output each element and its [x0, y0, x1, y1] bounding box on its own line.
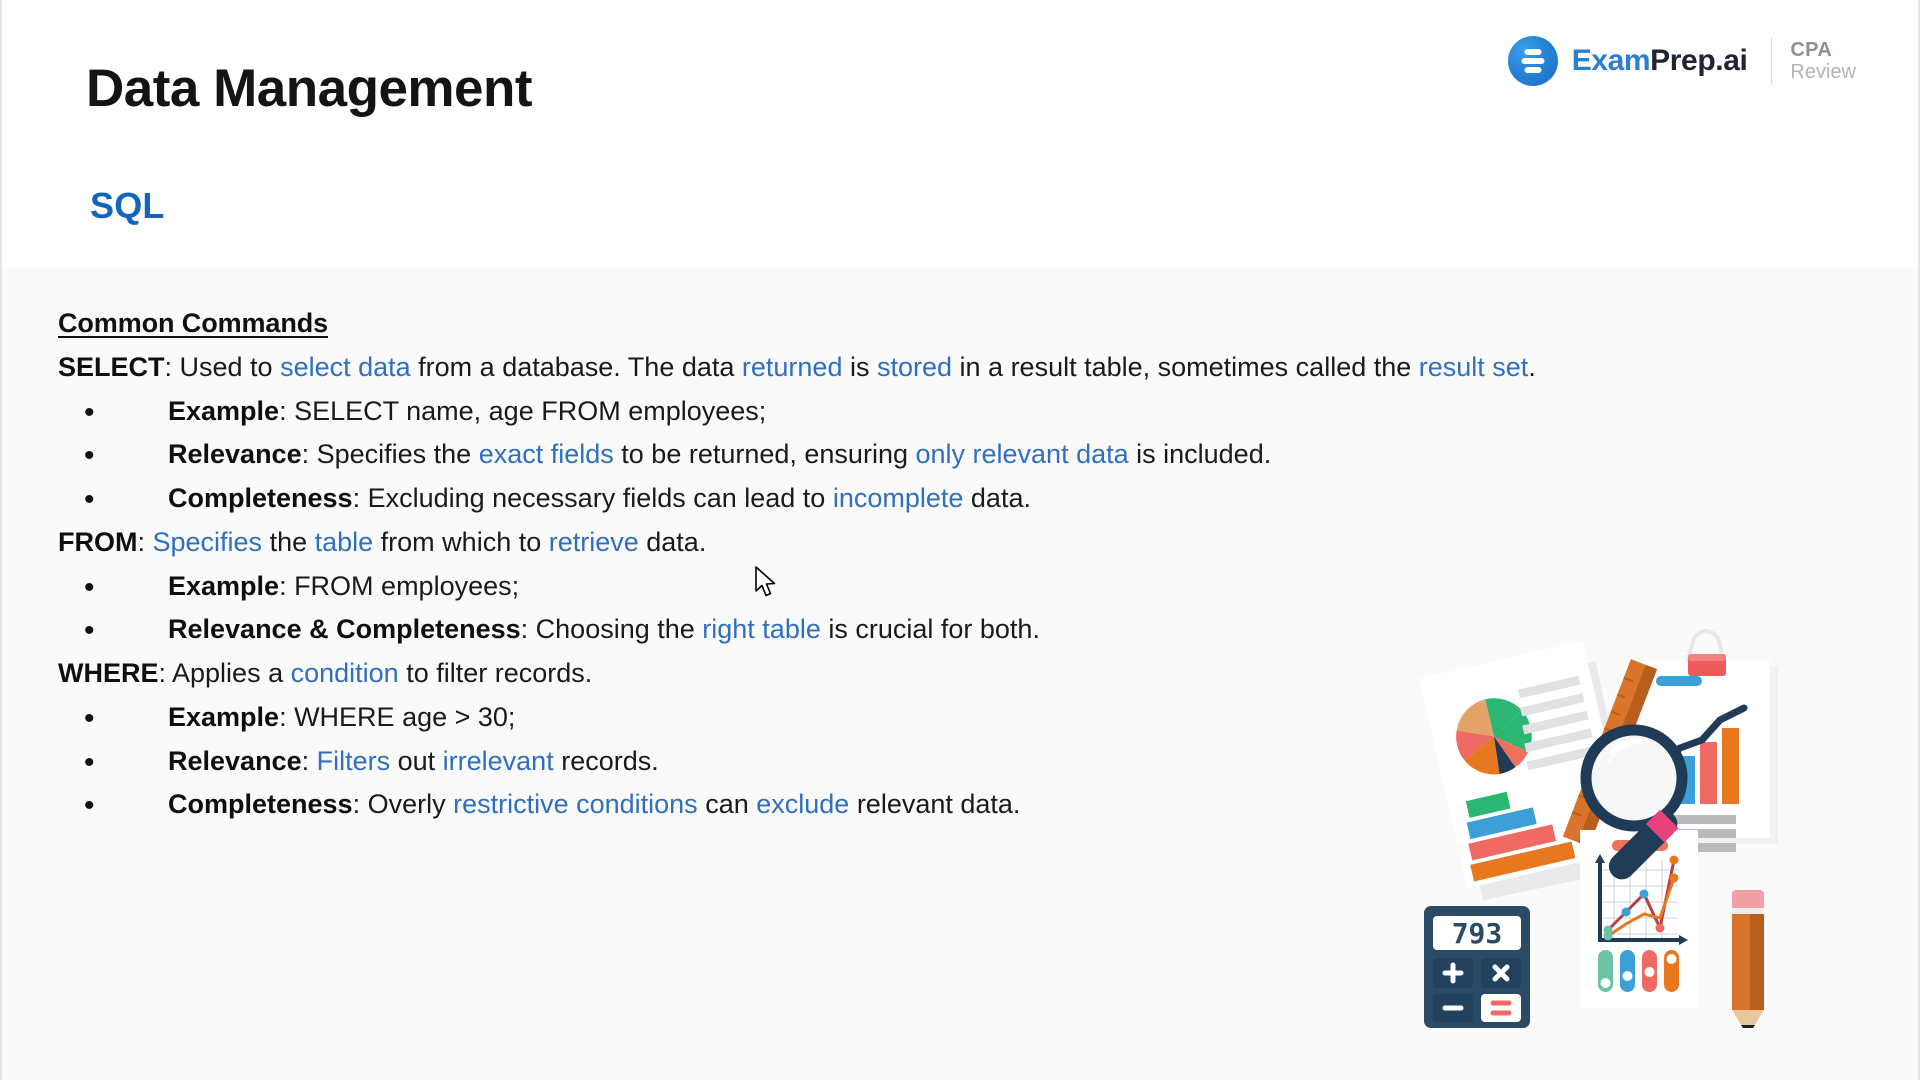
slide-body: Common Commands SELECT: Used to select d…	[2, 268, 1918, 1080]
brand-subtitle-line1: CPA	[1790, 38, 1833, 61]
text-run: : Excluding necessary fields can lead to	[352, 483, 833, 514]
highlighted-term: stored	[876, 352, 953, 382]
list-item: Relevance & Completeness: Choosing the r…	[58, 607, 1758, 655]
brand-subtitle: CPA Review	[1790, 39, 1856, 84]
highlighted-term: retrieve	[548, 526, 639, 557]
command-keyword: WHERE	[58, 658, 159, 689]
examprep-logo-icon	[1507, 36, 1558, 86]
highlighted-term: only relevant data	[915, 439, 1129, 470]
text-run: the	[262, 526, 315, 557]
bullet-label: Relevance	[168, 745, 302, 776]
brand-subtitle-line2: Review	[1790, 61, 1856, 83]
bullet-label: Example	[168, 395, 280, 426]
highlighted-term: table	[314, 526, 374, 557]
highlighted-term: select data	[280, 352, 411, 382]
text-run: records.	[553, 745, 659, 776]
text-run: :	[301, 745, 317, 776]
list-item: Completeness: Excluding necessary fields…	[58, 476, 1758, 524]
text-run: from which to	[373, 526, 549, 557]
highlighted-term: right table	[702, 614, 821, 645]
highlighted-term: exclude	[756, 789, 850, 820]
list-item: Relevance: Filters out irrelevant record…	[58, 739, 1758, 787]
text-run: is	[842, 352, 877, 382]
text-run: data.	[638, 526, 707, 557]
text-run: : Overly	[352, 789, 454, 820]
calculator-display: 793	[1452, 917, 1503, 950]
list-item: Example: WHERE age > 30;	[58, 695, 1758, 743]
text-run: data.	[963, 483, 1031, 514]
text-run: : SELECT name, age FROM employees;	[279, 395, 767, 426]
bullet-label: Completeness	[168, 483, 353, 514]
command-blocks: SELECT: Used to select data from a datab…	[58, 346, 1758, 831]
document-heading: Common Commands	[58, 308, 329, 338]
command-line-where: WHERE: Applies a condition to filter rec…	[58, 652, 1758, 696]
command-line-select: SELECT: Used to select data from a datab…	[58, 346, 1758, 390]
text-run: .	[1528, 352, 1536, 382]
highlighted-term: Filters	[316, 745, 391, 776]
bullet-list: Example: WHERE age > 30;Relevance: Filte…	[58, 695, 1758, 831]
list-item: Example: SELECT name, age FROM employees…	[58, 389, 1758, 437]
text-run: can	[697, 789, 757, 820]
brand-logo: ExamPrep.ai CPA Review	[1507, 36, 1856, 86]
text-run: is included.	[1128, 439, 1272, 470]
text-run: : FROM employees;	[279, 570, 520, 601]
highlighted-term: incomplete	[832, 483, 964, 514]
list-item: Completeness: Overly restrictive conditi…	[58, 782, 1758, 830]
bullet-label: Relevance & Completeness	[168, 614, 521, 645]
text-run: from a database. The data	[410, 352, 742, 382]
text-run: : Applies a	[158, 658, 291, 689]
bullet-list: Example: SELECT name, age FROM employees…	[58, 389, 1758, 525]
text-run: : Specifies the	[301, 439, 479, 470]
highlighted-term: restrictive conditions	[453, 789, 698, 820]
text-run: :	[137, 526, 153, 557]
command-line-from: FROM: Specifies the table from which to …	[58, 521, 1758, 565]
bullet-list: Example: FROM employees;Relevance & Comp…	[58, 564, 1758, 656]
brand-word-primary: Exam	[1571, 44, 1651, 77]
text-run: relevant data.	[849, 789, 1021, 820]
highlighted-term: irrelevant	[442, 745, 554, 776]
brand-wordmark: ExamPrep.ai	[1572, 44, 1748, 78]
highlighted-term: result set	[1418, 352, 1529, 382]
bullet-label: Completeness	[168, 789, 353, 820]
list-item: Relevance: Specifies the exact fields to…	[58, 432, 1758, 480]
bullet-label: Example	[168, 570, 280, 601]
highlighted-term: returned	[741, 352, 843, 382]
page-title: Data Management	[86, 59, 533, 118]
brand-word-secondary: Prep.ai	[1650, 44, 1748, 77]
highlighted-term: Specifies	[152, 526, 263, 557]
brand-divider	[1771, 38, 1773, 84]
slide-header: Data Management SQL ExamPrep.ai CPA Revi…	[2, 0, 1918, 268]
list-item: Example: FROM employees;	[58, 564, 1758, 612]
command-keyword: FROM	[58, 526, 138, 557]
highlighted-term: exact fields	[478, 439, 614, 470]
text-run: : Used to	[164, 352, 281, 382]
text-run: is crucial for both.	[820, 614, 1040, 645]
document-text: Common Commands SELECT: Used to select d…	[58, 308, 1758, 831]
command-keyword: SELECT	[58, 352, 165, 382]
highlighted-term: condition	[290, 658, 399, 689]
section-title: SQL	[90, 185, 165, 226]
bullet-label: Example	[168, 701, 280, 732]
text-run: to be returned, ensuring	[613, 439, 916, 470]
text-run: out	[390, 745, 443, 776]
bullet-label: Relevance	[168, 439, 302, 470]
text-run: in a result table, sometimes called the	[952, 352, 1419, 382]
slide: Data Management SQL ExamPrep.ai CPA Revi…	[0, 0, 1920, 1080]
text-run: : Choosing the	[520, 614, 703, 645]
text-run: : WHERE age > 30;	[279, 701, 516, 732]
text-run: to filter records.	[398, 658, 593, 689]
